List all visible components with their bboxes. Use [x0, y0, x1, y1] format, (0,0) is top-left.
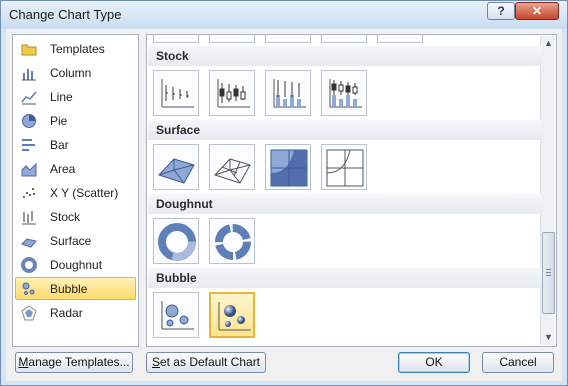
chart-type-stock[interactable]: Stock [15, 205, 136, 228]
gallery-scrollbar[interactable]: ▲ ▼ [540, 36, 555, 345]
chart-type-doughnut[interactable]: Doughnut [15, 253, 136, 276]
surface-wireframe-3d-icon[interactable] [209, 144, 255, 190]
chart-type-radar[interactable]: Radar [15, 301, 136, 324]
folder-icon [21, 41, 37, 57]
chart-type-label: Doughnut [50, 257, 103, 272]
line-chart-icon [21, 89, 37, 105]
chart-subtype-tile-partial[interactable] [321, 35, 367, 43]
chart-type-label: Radar [50, 305, 83, 320]
chart-type-column[interactable]: Column [15, 61, 136, 84]
chart-type-label: Surface [50, 233, 92, 248]
title-bar[interactable]: Change Chart Type ? ✕ [1, 1, 567, 29]
chart-type-label: Line [50, 89, 73, 104]
stock-high-low-close-icon[interactable] [153, 70, 199, 116]
bubble-3d-effect-icon[interactable] [209, 292, 255, 338]
dialog-title: Change Chart Type [9, 7, 122, 22]
stock-volume-high-low-close-icon[interactable] [265, 70, 311, 116]
section-header-surface: Surface [148, 120, 542, 140]
scroll-up-arrow-icon[interactable]: ▲ [543, 38, 554, 49]
chart-type-templates[interactable]: Templates [15, 37, 136, 60]
scroll-down-arrow-icon[interactable]: ▼ [543, 332, 554, 343]
chart-type-line[interactable]: Line [15, 85, 136, 108]
chart-type-bar[interactable]: Bar [15, 133, 136, 156]
cancel-button[interactable]: Cancel [482, 352, 554, 373]
stock-open-high-low-close-icon[interactable] [209, 70, 255, 116]
section-header-stock: Stock [148, 46, 542, 66]
ok-button[interactable]: OK [398, 352, 470, 373]
chart-subtype-gallery[interactable]: ▲ ▼ Stock Surface Doughnut Bubble [146, 34, 557, 347]
bubble-chart-icon [21, 281, 37, 297]
chart-type-bubble[interactable]: Bubble [15, 277, 136, 300]
chart-type-label: Bubble [50, 281, 88, 296]
manage-templates-button[interactable]: Manage Templates... [15, 352, 133, 373]
chart-type-label: Area [50, 161, 76, 176]
doughnut-chart-icon [21, 256, 37, 273]
set-as-default-chart-button[interactable]: Set as Default Chart [146, 352, 266, 373]
doughnut-icon[interactable] [153, 218, 199, 264]
surface-contour-icon[interactable] [265, 144, 311, 190]
close-button[interactable]: ✕ [515, 2, 559, 20]
radar-chart-icon [21, 304, 37, 321]
stock-volume-open-high-low-close-icon[interactable] [321, 70, 367, 116]
chart-type-label: Bar [50, 137, 69, 152]
scrollbar-thumb[interactable] [542, 232, 555, 314]
change-chart-type-dialog: Change Chart Type ? ✕ Templates Column Lin… [0, 0, 568, 386]
bubble-icon[interactable] [153, 292, 199, 338]
scatter-chart-icon [21, 185, 37, 201]
surface-wireframe-contour-icon[interactable] [321, 144, 367, 190]
chart-type-label: X Y (Scatter) [50, 185, 119, 200]
chart-type-surface[interactable]: Surface [15, 229, 136, 252]
surface-chart-icon [21, 233, 37, 249]
dialog-body: Templates Column Line Pie Bar Area X Y (Scatte… [6, 29, 562, 381]
chart-type-list[interactable]: Templates Column Line Pie Bar Area X Y (Scatte… [12, 34, 139, 347]
chart-type-label: Stock [50, 209, 81, 224]
chart-subtype-tile-partial[interactable] [265, 35, 311, 43]
chart-type-label: Column [50, 65, 92, 80]
area-chart-icon [21, 161, 37, 177]
stock-chart-icon [21, 209, 37, 225]
chart-subtype-tile-partial[interactable] [209, 35, 255, 43]
pie-chart-icon [21, 113, 37, 129]
chart-type-label: Pie [50, 113, 68, 128]
surface-3d-icon[interactable] [153, 144, 199, 190]
chart-type-pie[interactable]: Pie [15, 109, 136, 132]
column-chart-icon [21, 65, 37, 81]
bar-chart-icon [21, 137, 37, 153]
chart-type-area[interactable]: Area [15, 157, 136, 180]
section-header-doughnut: Doughnut [148, 194, 542, 214]
help-button[interactable]: ? [487, 2, 515, 20]
exploded-doughnut-icon[interactable] [209, 218, 255, 264]
chart-type-x-y-scatter[interactable]: X Y (Scatter) [15, 181, 136, 204]
chart-subtype-tile-partial[interactable] [377, 35, 423, 43]
chart-subtype-tile-partial[interactable] [153, 35, 199, 43]
section-header-bubble: Bubble [148, 268, 542, 288]
chart-type-label: Templates [50, 41, 105, 56]
